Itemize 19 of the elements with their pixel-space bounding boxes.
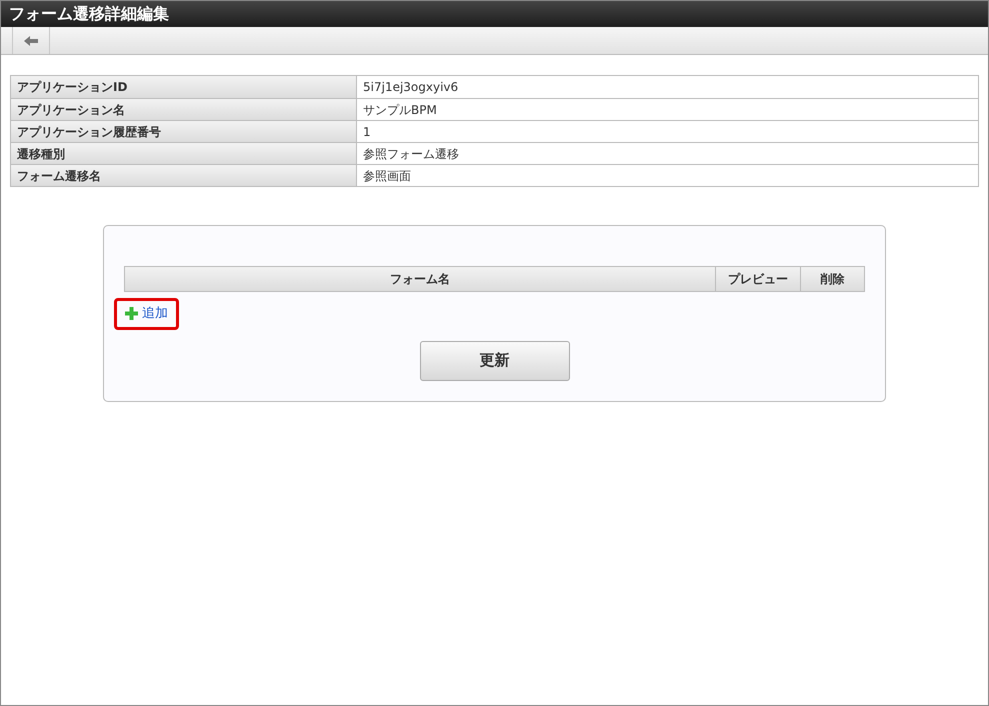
field-label: 遷移種別 — [11, 143, 357, 164]
field-value: 1 — [362, 124, 372, 140]
field-value: 5i7j1ej3ogxyiv6 — [362, 79, 460, 96]
plus-icon — [125, 307, 138, 320]
column-header: 削除 — [800, 267, 864, 291]
column-header: フォーム名 — [389, 271, 451, 288]
back-button[interactable] — [12, 27, 50, 54]
field-label: アプリケーション履歴番号 — [11, 121, 357, 142]
field-value: 参照フォーム遷移 — [362, 146, 460, 162]
field-label: フォーム遷移名 — [11, 165, 357, 186]
add-link[interactable]: 追加 — [125, 304, 168, 324]
field-value: 参照画面 — [362, 168, 412, 184]
window-title: フォーム遷移詳細編集 — [1, 1, 988, 27]
left-arrow-icon — [24, 36, 38, 46]
field-value: サンプルBPM — [362, 102, 438, 118]
field-label: アプリケーションID — [11, 76, 357, 98]
column-header: プレビュー — [715, 267, 800, 291]
update-button[interactable]: 更新 — [420, 340, 570, 380]
field-label: アプリケーション名 — [11, 99, 357, 120]
